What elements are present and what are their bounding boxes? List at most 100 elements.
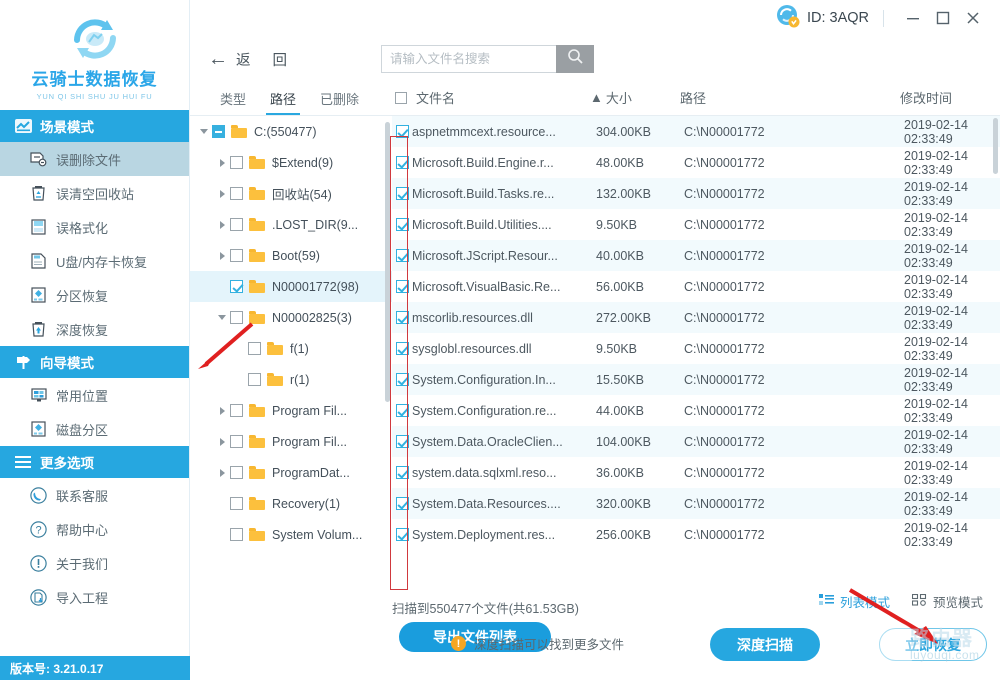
tree-node-checkbox[interactable]: [230, 466, 243, 479]
caret-down-icon[interactable]: [214, 315, 230, 320]
preview-mode-button[interactable]: 预览模式: [911, 592, 983, 611]
folder-tree-scrollbar[interactable]: [385, 122, 390, 402]
tree-node-checkbox[interactable]: [230, 156, 243, 169]
file-checkbox-cell[interactable]: [392, 156, 412, 169]
column-size[interactable]: ▲ 大小: [590, 88, 680, 115]
search-input[interactable]: [381, 45, 557, 73]
file-checkbox[interactable]: [395, 156, 409, 169]
file-checkbox[interactable]: [395, 435, 409, 448]
close-icon[interactable]: [958, 4, 988, 32]
table-row[interactable]: Microsoft.VisualBasic.Re... 56.00KB C:\N00…: [392, 271, 1000, 302]
tree-node-checkbox[interactable]: [230, 528, 243, 541]
file-checkbox[interactable]: [395, 187, 409, 200]
sidebar-item-deleted-file[interactable]: 误删除文件: [0, 142, 189, 176]
sidebar-item-disk-partition[interactable]: 磁盘分区: [0, 412, 189, 446]
sidebar-item-contact-support[interactable]: 联系客服: [0, 478, 189, 512]
table-row[interactable]: Microsoft.Build.Utilities.... 9.50KB C:\N0…: [392, 209, 1000, 240]
tree-node[interactable]: System Volum...: [190, 519, 392, 550]
file-checkbox[interactable]: [395, 311, 409, 324]
file-checkbox[interactable]: [395, 249, 409, 262]
tree-node[interactable]: Program Fil...: [190, 426, 392, 457]
tree-node[interactable]: N00002825(3): [190, 302, 392, 333]
file-checkbox[interactable]: [395, 466, 409, 479]
tree-node[interactable]: f(1): [190, 333, 392, 364]
tree-node[interactable]: r(1): [190, 364, 392, 395]
file-checkbox-cell[interactable]: [392, 466, 412, 479]
caret-right-icon[interactable]: [214, 468, 230, 477]
table-row[interactable]: mscorlib.resources.dll 272.00KB C:\N000017…: [392, 302, 1000, 333]
tree-node-checkbox[interactable]: [230, 404, 243, 417]
caret-right-icon[interactable]: [214, 189, 230, 198]
tree-node-checkbox[interactable]: [230, 280, 243, 293]
sidebar-item-about-us[interactable]: 关于我们: [0, 546, 189, 580]
file-checkbox-cell[interactable]: [392, 125, 412, 138]
file-checkbox-cell[interactable]: [392, 373, 412, 386]
file-checkbox-cell[interactable]: [392, 249, 412, 262]
tree-node-checkbox[interactable]: [248, 373, 261, 386]
file-checkbox[interactable]: [395, 280, 409, 293]
table-row[interactable]: System.Configuration.re... 44.00KB C:\N000…: [392, 395, 1000, 426]
tree-node[interactable]: Program Fil...: [190, 395, 392, 426]
tab-deleted[interactable]: 已删除: [308, 89, 371, 115]
tree-node-checkbox[interactable]: [230, 249, 243, 262]
file-checkbox[interactable]: [395, 218, 409, 231]
tab-type[interactable]: 类型: [208, 89, 258, 115]
file-checkbox[interactable]: [395, 125, 409, 138]
search-button[interactable]: [556, 45, 595, 73]
tree-node-checkbox[interactable]: [248, 342, 261, 355]
sidebar-item-common-location[interactable]: 常用位置: [0, 378, 189, 412]
file-checkbox-cell[interactable]: [392, 280, 412, 293]
column-path[interactable]: 路径: [680, 88, 900, 115]
table-row[interactable]: System.Data.Resources.... 320.00KB C:\N000…: [392, 488, 1000, 519]
sidebar-group-wizard-mode[interactable]: 向导模式: [0, 346, 189, 378]
tree-node[interactable]: $Extend(9): [190, 147, 392, 178]
sidebar-group-scene-mode[interactable]: 场景模式: [0, 110, 189, 142]
tree-node[interactable]: C:(550477): [190, 116, 392, 147]
sidebar-item-import-project[interactable]: 导入工程: [0, 580, 189, 614]
table-row[interactable]: sysglobl.resources.dll 9.50KB C:\N00001772…: [392, 333, 1000, 364]
file-checkbox-cell[interactable]: [392, 435, 412, 448]
maximize-icon[interactable]: [928, 4, 958, 32]
tree-node[interactable]: .LOST_DIR(9...: [190, 209, 392, 240]
tree-node[interactable]: ProgramDat...: [190, 457, 392, 488]
file-checkbox-cell[interactable]: [392, 528, 412, 541]
sidebar-item-help-center[interactable]: ? 帮助中心: [0, 512, 189, 546]
file-checkbox[interactable]: [395, 528, 409, 541]
tab-path[interactable]: 路径: [258, 89, 308, 115]
deep-scan-button[interactable]: 深度扫描: [710, 628, 820, 661]
caret-right-icon[interactable]: [214, 220, 230, 229]
table-row[interactable]: Microsoft.Build.Engine.r... 48.00KB C:\N00…: [392, 147, 1000, 178]
table-row[interactable]: System.Data.OracleClien... 104.00KB C:\N00…: [392, 426, 1000, 457]
back-button[interactable]: ← 返 回: [200, 45, 304, 74]
file-checkbox[interactable]: [395, 373, 409, 386]
recover-now-button[interactable]: 立即恢复: [879, 628, 987, 661]
table-row[interactable]: System.Configuration.In... 15.50KB C:\N000…: [392, 364, 1000, 395]
sidebar-item-format[interactable]: 误格式化: [0, 210, 189, 244]
column-modified-time[interactable]: 修改时间: [900, 88, 1000, 115]
table-row[interactable]: System.Deployment.res... 256.00KB C:\N0000…: [392, 519, 1000, 550]
file-checkbox-cell[interactable]: [392, 311, 412, 324]
table-row[interactable]: Microsoft.JScript.Resour... 40.00KB C:\N00…: [392, 240, 1000, 271]
caret-right-icon[interactable]: [214, 406, 230, 415]
sidebar-item-usb-card[interactable]: U盘/内存卡恢复: [0, 244, 189, 278]
tree-node-checkbox[interactable]: [230, 497, 243, 510]
file-list-scrollbar[interactable]: [993, 118, 998, 174]
file-checkbox-cell[interactable]: [392, 342, 412, 355]
file-checkbox[interactable]: [395, 342, 409, 355]
caret-right-icon[interactable]: [214, 437, 230, 446]
caret-down-icon[interactable]: [196, 129, 212, 134]
tree-node-checkbox[interactable]: [212, 125, 225, 138]
select-all-checkbox[interactable]: [395, 91, 407, 104]
tree-node-checkbox[interactable]: [230, 311, 243, 324]
account-badge[interactable]: ID: 3AQR: [776, 4, 869, 33]
tree-node[interactable]: Boot(59): [190, 240, 392, 271]
file-checkbox-cell[interactable]: [392, 218, 412, 231]
caret-right-icon[interactable]: [214, 251, 230, 260]
tree-node-checkbox[interactable]: [230, 187, 243, 200]
file-checkbox-cell[interactable]: [392, 404, 412, 417]
sidebar-group-more-options[interactable]: 更多选项: [0, 446, 189, 478]
file-checkbox[interactable]: [395, 404, 409, 417]
tree-node-checkbox[interactable]: [230, 218, 243, 231]
tree-node[interactable]: N00001772(98): [190, 271, 392, 302]
minimize-icon[interactable]: [898, 4, 928, 32]
